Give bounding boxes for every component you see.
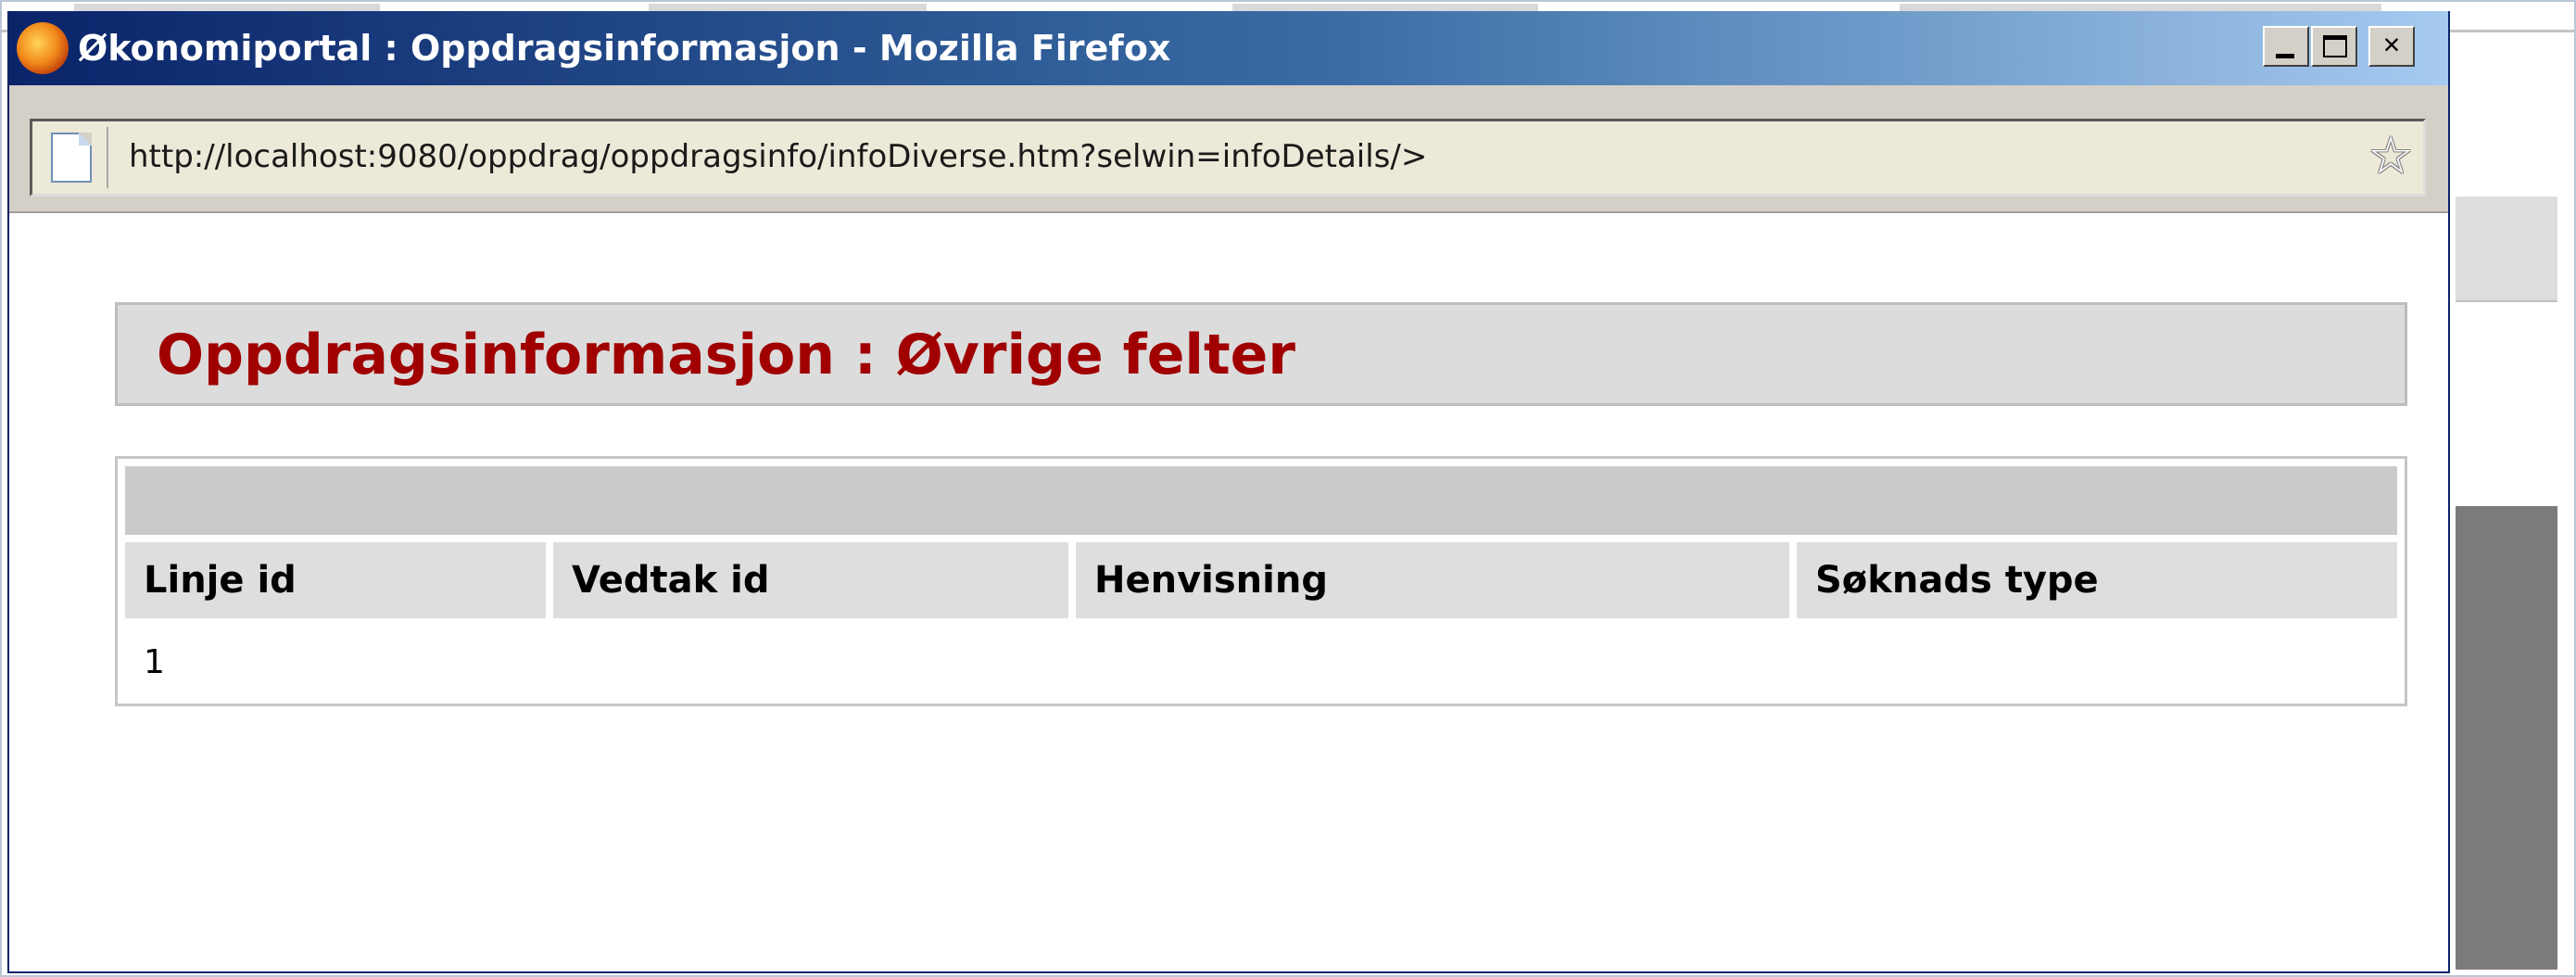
info-table: Linje id Vedtak id Henvisning Søknads ty… <box>115 456 2407 706</box>
minimize-button[interactable] <box>2263 26 2309 67</box>
background-gray-panel <box>2456 506 2557 970</box>
address-divider <box>107 127 108 188</box>
table-cell-vedtak-id <box>553 629 1068 696</box>
column-header-henvisning: Henvisning <box>1076 542 1789 618</box>
window-title: Økonomiportal : Oppdragsinformasjon - Mo… <box>78 28 1171 69</box>
page-icon <box>51 133 92 183</box>
table-cell-linje-id: 1 <box>144 643 165 681</box>
column-header-vedtak-id: Vedtak id <box>553 542 1068 618</box>
address-bar[interactable]: http://localhost:9080/oppdrag/oppdragsin… <box>30 119 2426 197</box>
minimize-icon <box>2276 54 2294 58</box>
column-header-soknads-type: Søknads type <box>1797 542 2397 618</box>
close-icon: ✕ <box>2382 28 2401 60</box>
title-bar[interactable]: Økonomiportal : Oppdragsinformasjon - Mo… <box>9 11 2448 85</box>
table-caption-bar <box>125 466 2397 535</box>
page-content: Oppdragsinformasjon : Øvrige felter Linj… <box>9 213 2448 971</box>
url-text[interactable]: http://localhost:9080/oppdrag/oppdragsin… <box>129 136 1427 177</box>
firefox-icon <box>17 22 69 74</box>
column-header-linje-id: Linje id <box>125 542 546 618</box>
background-band <box>2456 197 2557 303</box>
page-title: Oppdragsinformasjon : Øvrige felter <box>157 323 1295 387</box>
table-cell-henvisning <box>1076 629 1789 696</box>
star-icon[interactable]: ☆ <box>2368 131 2414 183</box>
popup-window: Økonomiportal : Oppdragsinformasjon - Mo… <box>7 11 2450 973</box>
close-button[interactable]: ✕ <box>2368 26 2415 67</box>
table-cell-soknads-type <box>1797 629 2397 696</box>
maximize-button[interactable] <box>2311 26 2357 67</box>
page-heading-box: Oppdragsinformasjon : Øvrige felter <box>115 302 2407 406</box>
maximize-icon <box>2323 35 2347 57</box>
background-panel <box>2456 302 2557 506</box>
browser-chrome: http://localhost:9080/oppdrag/oppdragsin… <box>9 85 2448 213</box>
